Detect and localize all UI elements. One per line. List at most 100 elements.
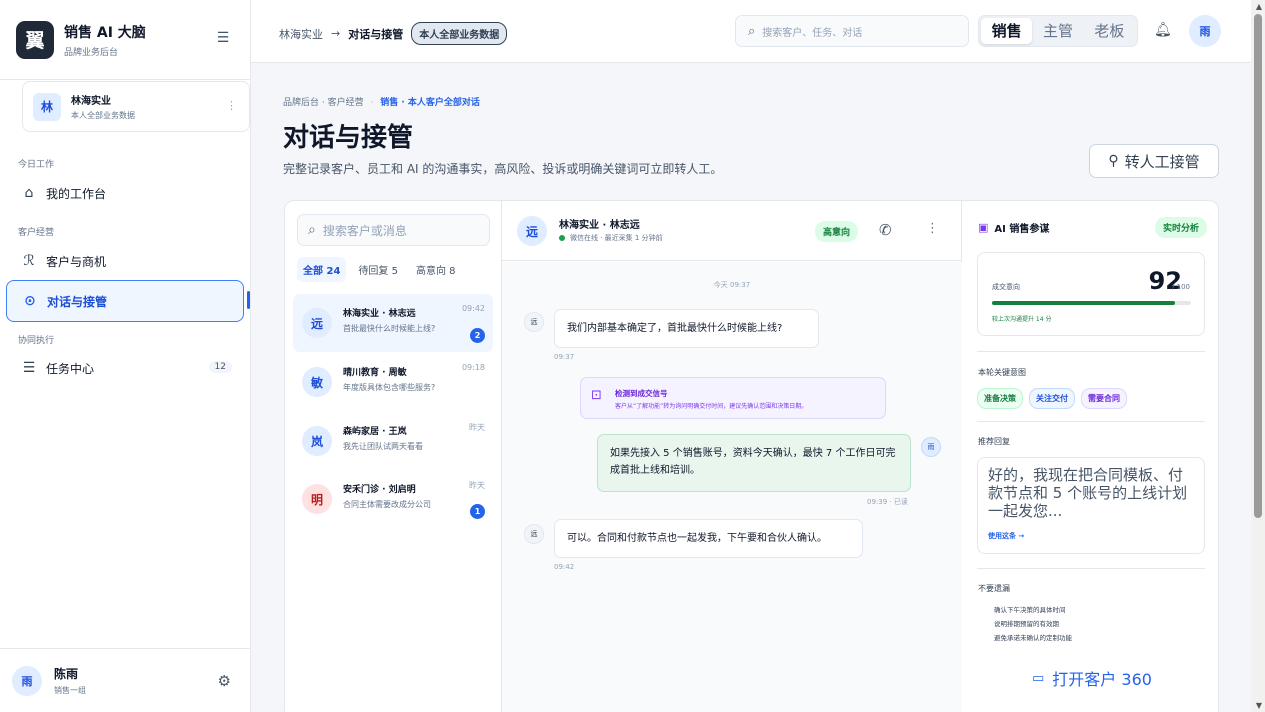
list-icon: ☰: [22, 360, 36, 376]
role-sales[interactable]: 销售: [981, 18, 1033, 44]
org-switcher[interactable]: 林 林海实业 本人全部业务数据 ⋮: [22, 81, 250, 132]
message-time: 09:39 · 已读: [867, 498, 908, 506]
reply-section-title: 推荐回复: [978, 437, 1010, 446]
avatar: 雨: [921, 437, 941, 457]
filter-pending[interactable]: 待回复 5: [352, 257, 404, 282]
sidebar-item-tasks[interactable]: ☰ 任务中心 12: [6, 348, 244, 388]
page-scrollbar[interactable]: ▲ ▼: [1251, 0, 1265, 712]
list-item[interactable]: 敏 晴川教育 · 周敏 年度版具体包含哪些服务? 09:18: [293, 353, 493, 411]
brand-header: 翼 销售 AI 大脑 品牌业务后台 ☰: [0, 0, 250, 80]
day-divider: 今天 09:37: [713, 281, 751, 289]
chat-panel: 远 林海实业 · 林志远 微信在线 · 最近采集 1 分钟前 高意向 ✆ ⋮ 今…: [502, 201, 962, 712]
role-switcher: 销售 主管 老板: [978, 15, 1138, 47]
scroll-down-icon[interactable]: ▼: [1256, 701, 1262, 710]
conversation-time: 昨天: [469, 481, 485, 490]
search-placeholder: 搜索客户、任务、对话: [762, 27, 863, 39]
org-avatar: 林: [33, 92, 61, 121]
conversation-preview: 我先让团队试两天看看: [343, 442, 423, 451]
filter-all[interactable]: 全部 24: [297, 257, 347, 282]
sidebar-item-label: 客户与商机: [46, 254, 107, 269]
scrollbar-thumb[interactable]: [1254, 14, 1262, 518]
list-item[interactable]: 岚 森屿家居 · 王岚 我先让团队试两天看看 昨天: [293, 412, 493, 470]
page-breadcrumb: 品牌后台 · 客户经营 · 销售 · 本人客户全部对话: [283, 98, 480, 108]
phone-icon[interactable]: ✆: [879, 221, 892, 239]
page-title: 对话与接管: [283, 123, 414, 153]
arrow-right-icon: →: [331, 27, 341, 40]
todo-item: 确认下午决策的具体时间: [994, 606, 1066, 614]
user-icon: ⚲: [1108, 153, 1119, 169]
main-area: 林海实业 → 对话与接管 本人全部业务数据 ⌕ 搜索客户、任务、对话 销售 主管…: [251, 0, 1265, 712]
tasks-count-badge: 12: [208, 361, 232, 373]
conversation-search-input[interactable]: ⌕ 搜索客户或消息: [297, 214, 490, 246]
signal-title: 检测到成交信号: [615, 389, 668, 398]
conversation-name: 晴川教育 · 周敏: [343, 368, 407, 378]
sidebar-item-workbench[interactable]: ⌂ 我的工作台: [6, 173, 244, 213]
bell-icon[interactable]: 🔔︎: [1154, 22, 1172, 38]
message-bubble: 可以。合同和付款节点也一起发我，下午要和合伙人确认。: [554, 519, 863, 558]
todo-item: 避免承诺未确认的定制功能: [994, 634, 1072, 642]
chat-status: 微信在线 · 最近采集 1 分钟前: [559, 233, 663, 243]
conversation-name: 林海实业 · 林志远: [343, 309, 416, 319]
page-description: 完整记录客户、员工和 AI 的沟通事实，高风险、投诉或明确关键词可立即转人工。: [283, 162, 723, 176]
sidebar-item-customers[interactable]: ℛ 客户与商机: [6, 241, 244, 281]
sidebar-item-conversations[interactable]: ⊙ 对话与接管: [6, 280, 244, 322]
org-sub: 本人全部业务数据: [71, 111, 135, 120]
scroll-up-icon[interactable]: ▲: [1256, 2, 1262, 11]
open-360-label: 打开客户 360: [1052, 670, 1152, 689]
chat-contact-name: 林海实业 · 林志远: [559, 220, 640, 231]
filter-tabs: 全部 24 待回复 5 高意向 8: [297, 257, 468, 282]
search-icon: ⌕: [308, 222, 316, 238]
conversation-time: 09:42: [461, 304, 485, 313]
role-manager[interactable]: 主管: [1032, 18, 1083, 44]
more-vertical-icon[interactable]: ⋮: [926, 221, 939, 236]
avatar: 远: [302, 308, 332, 338]
avatar: 岚: [302, 426, 332, 456]
sidebar-item-label: 我的工作台: [46, 186, 107, 201]
user-team: 销售一组: [54, 686, 86, 695]
live-badge: 实时分析: [1154, 217, 1207, 238]
ai-icon: ▣: [978, 221, 989, 234]
collapse-sidebar-icon[interactable]: ☰: [214, 29, 232, 47]
role-boss[interactable]: 老板: [1084, 18, 1135, 44]
breadcrumb-root[interactable]: 林海实业: [279, 26, 323, 42]
suggested-reply-card: 好的，我现在把合同模板、付款节点和 5 个账号的上线计划一起发您... 使用这条…: [977, 457, 1205, 554]
ai-title: AI 销售参谋: [994, 224, 1050, 235]
intent-badge: 高意向: [815, 221, 859, 242]
avatar: 雨: [12, 665, 42, 696]
global-search-input[interactable]: ⌕ 搜索客户、任务、对话: [735, 15, 969, 47]
more-vertical-icon[interactable]: ⋮: [226, 99, 237, 112]
open-customer-360-button[interactable]: ▭ 打开客户 360: [1032, 666, 1152, 690]
online-dot-icon: [559, 235, 565, 241]
deal-signal-card: ⊡ 检测到成交信号 客户从“了解功能”转为询问明确交付时间，建议先确认范围和决策…: [580, 377, 886, 419]
conversation-time: 09:18: [461, 363, 485, 372]
conversation-preview: 年度版具体包含哪些服务?: [343, 383, 436, 392]
sidebar-item-label: 任务中心: [46, 361, 95, 376]
avatar: 敏: [302, 367, 332, 397]
takeover-button[interactable]: ⚲ 转人工接管: [1089, 144, 1219, 178]
unread-badge: 1: [470, 504, 485, 519]
page-crumb-highlight: 销售 · 本人客户全部对话: [380, 98, 480, 108]
user-profile[interactable]: 雨 陈雨 销售一组 ⚙: [0, 648, 251, 712]
chat-bubble-icon: ⊙: [24, 293, 36, 309]
brand-logo: 翼: [16, 20, 54, 59]
id-card-icon: ▭: [1032, 670, 1045, 686]
avatar[interactable]: 雨: [1189, 15, 1221, 47]
use-reply-link[interactable]: 使用这条 →: [988, 531, 1024, 541]
score-progress-fill: [992, 301, 1176, 305]
todo-item: 说明排期预留的有效期: [994, 620, 1059, 628]
scope-tag: 本人全部业务数据: [411, 22, 508, 45]
intent-tag: 需要合同: [1081, 388, 1127, 409]
intent-tags: 准备决策 关注交付 需要合同: [977, 388, 1133, 409]
intent-tag: 关注交付: [1029, 388, 1075, 409]
avatar: 远: [524, 524, 544, 544]
list-item[interactable]: 明 安禾门诊 · 刘启明 合同主体需要改成分公司 昨天 1: [293, 470, 493, 528]
message-bubble: 如果先接入 5 个销售账号，资料今天确认，最快 7 个工作日可完成首批上线和培训…: [597, 434, 911, 492]
message-area: 今天 09:37 远 我们内部基本确定了，首批最快什么时候能上线? 09:37 …: [502, 262, 962, 712]
sidebar: 翼 销售 AI 大脑 品牌业务后台 ☰ 林 林海实业 本人全部业务数据 ⋮ 今日…: [0, 0, 251, 712]
filter-high-intent[interactable]: 高意向 8: [410, 257, 462, 282]
nav-section-customer: 客户经营: [18, 228, 55, 238]
active-indicator: [247, 291, 250, 309]
breadcrumb-current: 对话与接管: [348, 27, 404, 41]
gear-icon[interactable]: ⚙: [218, 672, 231, 690]
list-item[interactable]: 远 林海实业 · 林志远 首批最快什么时候能上线? 09:42 2: [293, 294, 493, 352]
